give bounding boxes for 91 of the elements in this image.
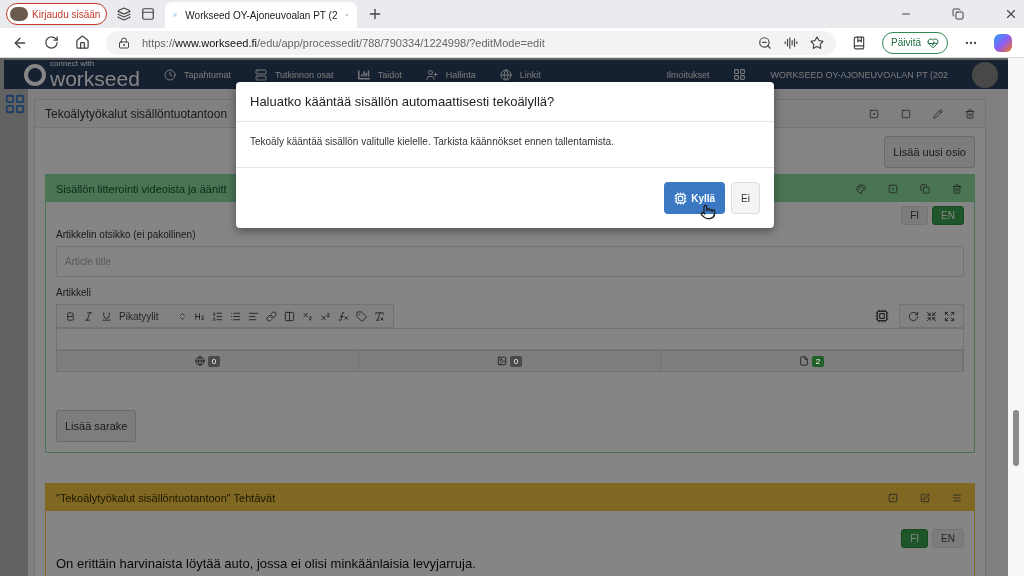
numbered-list-icon[interactable] bbox=[212, 310, 223, 322]
add-column-button[interactable]: Lisää sarake bbox=[56, 410, 137, 442]
attachment-cell[interactable]: 0 bbox=[57, 351, 359, 371]
profile-button[interactable]: Kirjaudu sisään bbox=[6, 3, 108, 25]
nav-link[interactable]: Linkit bbox=[499, 68, 541, 81]
confirm-button[interactable]: Kyllä bbox=[664, 182, 726, 214]
superscript-icon[interactable] bbox=[320, 310, 331, 322]
language-tab[interactable]: EN bbox=[932, 529, 964, 548]
organization-name[interactable]: WORKSEED OY-AJONEUVOALAN PT (202 bbox=[770, 69, 948, 80]
trash-icon[interactable] bbox=[965, 108, 975, 119]
language-tab[interactable]: FI bbox=[901, 529, 929, 548]
address-field[interactable]: https://www.workseed.fi/edu/app/processedit/788/790334/1224998/?editMode=edit bbox=[106, 30, 836, 55]
logo-text: workseed bbox=[50, 68, 140, 89]
count-badge: 0 bbox=[207, 355, 221, 367]
bold-icon[interactable] bbox=[65, 310, 76, 322]
field-label: Artikkeli bbox=[56, 287, 92, 298]
user-plus-icon bbox=[425, 68, 438, 81]
hand-cursor-icon bbox=[700, 204, 716, 220]
copy-icon[interactable] bbox=[920, 183, 930, 194]
dialog-title: Haluatko kääntää sisällön automaattisesti tekoälyllä? bbox=[250, 94, 556, 109]
notifications-link[interactable]: Ilmoitukset bbox=[666, 69, 710, 80]
logo-tagline: connect with bbox=[50, 60, 96, 68]
redo-icon[interactable] bbox=[908, 310, 919, 322]
url-text: https://www.workseed.fi/edu/app/processedit/788/790334/1224998/?editMode=edit bbox=[142, 36, 546, 49]
image-icon bbox=[496, 356, 507, 366]
subscript-icon[interactable] bbox=[302, 310, 313, 322]
language-tab[interactable]: EN bbox=[932, 206, 964, 225]
field-label: Artikkelin otsikko (ei pakollinen) bbox=[56, 229, 197, 240]
dialog-text: Tekoäly kääntää sisällön valitulle kielelle. Tarkista käännökset ennen tallentamista. bbox=[250, 136, 615, 147]
browser-tab[interactable]: Workseed OY-Ajoneuvoalan PT (2 bbox=[165, 2, 358, 28]
shrink-icon[interactable] bbox=[926, 310, 937, 322]
cancel-button[interactable]: Ei bbox=[731, 182, 760, 214]
underline-icon[interactable] bbox=[101, 310, 112, 322]
scrollbar-thumb[interactable] bbox=[1013, 410, 1019, 466]
clock-icon bbox=[163, 68, 176, 81]
lock-icon bbox=[118, 36, 130, 49]
nav-link[interactable]: Tapahtumat bbox=[163, 68, 231, 81]
list-icon bbox=[254, 68, 267, 81]
update-button[interactable]: Päivitä bbox=[882, 31, 948, 54]
file-icon bbox=[798, 356, 809, 366]
tag-icon[interactable] bbox=[356, 310, 367, 322]
function-icon[interactable] bbox=[338, 310, 349, 322]
edit-icon[interactable] bbox=[920, 492, 930, 503]
grid-icon[interactable] bbox=[733, 68, 747, 81]
ai-chip-icon bbox=[674, 191, 688, 205]
nav-link[interactable]: Hallinta bbox=[425, 68, 476, 81]
section-title: Sisällön litterointi videoista ja äänitt bbox=[56, 182, 228, 195]
align-icon[interactable] bbox=[248, 310, 259, 322]
link-icon[interactable] bbox=[266, 310, 277, 322]
zoom-out-icon[interactable] bbox=[758, 35, 772, 50]
ai-chip-icon[interactable] bbox=[875, 309, 889, 323]
square-icon[interactable] bbox=[901, 108, 911, 119]
restore-icon[interactable] bbox=[952, 8, 964, 20]
heading-icon[interactable] bbox=[194, 310, 205, 322]
nav-link[interactable]: Tutkinnon osat bbox=[254, 68, 334, 81]
italic-icon[interactable] bbox=[83, 310, 94, 322]
bullet-list-icon[interactable] bbox=[230, 310, 241, 322]
avatar bbox=[10, 7, 28, 21]
palette-icon[interactable] bbox=[856, 183, 866, 194]
globe-icon bbox=[194, 356, 205, 366]
count-badge: 0 bbox=[509, 355, 523, 367]
workspaces-icon[interactable] bbox=[117, 7, 132, 21]
globe-icon bbox=[499, 68, 512, 81]
updown-caret-icon bbox=[178, 311, 187, 321]
nav-link[interactable]: Taidot bbox=[357, 68, 402, 81]
section-title: "Tekoälytyökalut sisällöntuotantoon" Tehtävät bbox=[56, 491, 277, 504]
card-title: Tekoälytyökalut sisällöntuotantoon bbox=[45, 106, 229, 121]
bar-chart-icon bbox=[357, 68, 370, 81]
reload-icon[interactable] bbox=[44, 35, 59, 50]
tab-title: Workseed OY-Ajoneuvoalan PT (2 bbox=[185, 9, 338, 21]
tab-actions-icon[interactable] bbox=[141, 7, 156, 21]
language-tab[interactable]: FI bbox=[901, 206, 929, 225]
edit-icon[interactable] bbox=[933, 108, 943, 119]
expand-icon[interactable] bbox=[944, 310, 955, 322]
attachment-cell[interactable]: 2 bbox=[661, 351, 963, 371]
columns-icon[interactable] bbox=[284, 310, 295, 322]
close-icon[interactable] bbox=[1004, 7, 1018, 21]
attachment-cell[interactable]: 0 bbox=[359, 351, 661, 371]
add-section-button[interactable]: Lisää uusi osio bbox=[884, 136, 975, 168]
style-dropdown[interactable]: Pikatyylit bbox=[119, 310, 187, 322]
copilot-icon[interactable] bbox=[994, 33, 1012, 52]
clear-format-icon[interactable] bbox=[374, 310, 385, 322]
star-icon[interactable] bbox=[810, 35, 824, 50]
home-icon[interactable] bbox=[75, 35, 90, 50]
logo-icon bbox=[24, 63, 46, 86]
read-aloud-icon[interactable] bbox=[784, 35, 798, 50]
task-text: On erittäin harvinaista löytää auto, jossa ei olisi minkäänlaisia levyjarruja. bbox=[56, 556, 477, 571]
favorites-icon[interactable] bbox=[852, 35, 866, 50]
count-badge: 2 bbox=[811, 355, 825, 367]
heart-icon bbox=[927, 36, 939, 49]
trash-icon[interactable] bbox=[952, 183, 962, 194]
